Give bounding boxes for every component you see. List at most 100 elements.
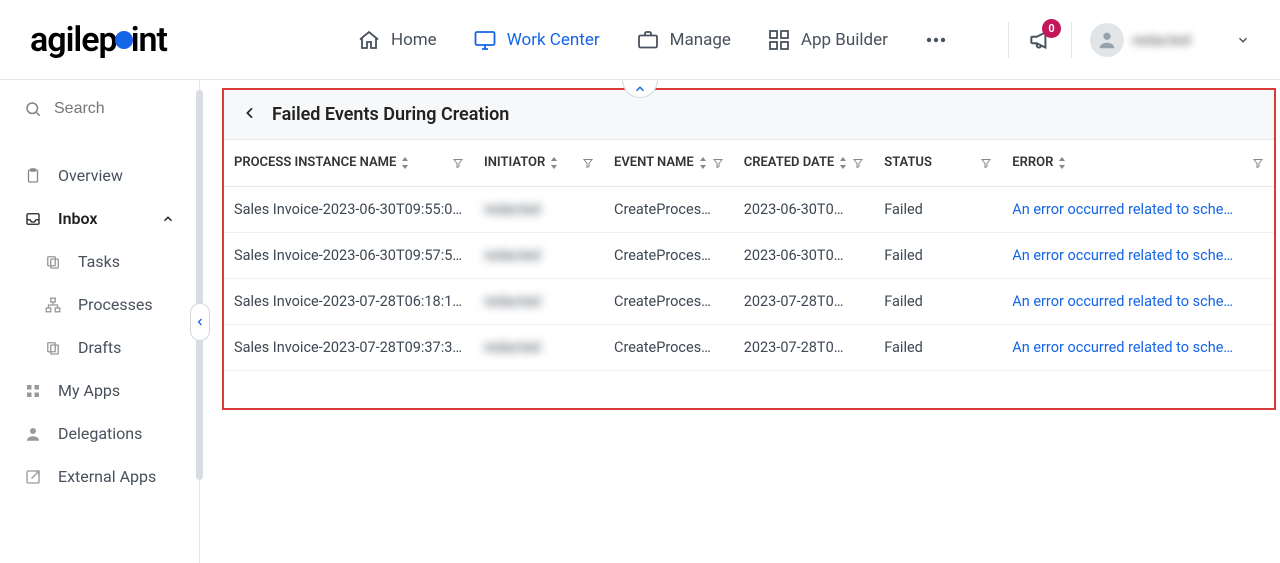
sidebar-item-label: Delegations — [58, 424, 142, 443]
cell-process-instance-name: Sales Invoice-2023-06-30T09:57:5… — [224, 233, 474, 279]
user-name: redacted — [1132, 31, 1222, 49]
main-content: Failed Events During Creation PROCESS IN… — [200, 80, 1280, 563]
cell-initiator: redacted — [474, 279, 604, 325]
cell-process-instance-name: Sales Invoice-2023-06-30T09:55:0… — [224, 187, 474, 233]
divider — [1071, 22, 1072, 58]
sidebar-item-label: My Apps — [58, 381, 120, 400]
sort-icon[interactable] — [1057, 157, 1067, 169]
error-link[interactable]: An error occurred related to sche… — [1012, 247, 1233, 264]
table-row[interactable]: Sales Invoice-2023-06-30T09:55:0… redact… — [224, 187, 1274, 233]
inbox-icon — [24, 210, 42, 228]
copy-icon — [44, 253, 62, 271]
sidebar-item-inbox[interactable]: Inbox — [0, 197, 199, 240]
col-header-event-name[interactable]: EVENT NAME — [604, 139, 734, 187]
notifications-button[interactable]: 0 — [1027, 27, 1053, 53]
sort-icon[interactable] — [549, 157, 559, 169]
nav-manage[interactable]: Manage — [636, 28, 731, 52]
error-link[interactable]: An error occurred related to sche… — [1012, 339, 1233, 356]
sidebar-item-my-apps[interactable]: My Apps — [0, 369, 199, 412]
col-header-error[interactable]: ERROR — [1002, 139, 1274, 187]
sidebar-item-external-apps[interactable]: External Apps — [0, 455, 199, 498]
cell-error: An error occurred related to sche… — [1002, 187, 1274, 233]
cell-status: Failed — [874, 187, 1002, 233]
nav-app-builder[interactable]: App Builder — [767, 28, 888, 52]
top-bar: agilepint Home Work Center Manage App Bu… — [0, 0, 1280, 80]
table-body: Sales Invoice-2023-06-30T09:55:0… redact… — [224, 187, 1274, 371]
copy-icon — [44, 339, 62, 357]
sidebar-item-tasks[interactable]: Tasks — [44, 240, 199, 283]
search-input[interactable] — [54, 100, 174, 118]
more-icon — [924, 28, 948, 52]
chevron-left-icon — [242, 105, 258, 121]
cell-status: Failed — [874, 325, 1002, 371]
error-link[interactable]: An error occurred related to sche… — [1012, 293, 1233, 310]
nav-label: Manage — [670, 30, 731, 50]
chevron-up-icon — [161, 212, 175, 226]
filter-icon[interactable] — [852, 157, 864, 169]
error-link[interactable]: An error occurred related to sche… — [1012, 201, 1233, 218]
cell-error: An error occurred related to sche… — [1002, 325, 1274, 371]
sort-icon[interactable] — [400, 157, 410, 169]
search-icon — [24, 100, 42, 118]
sidebar-inbox-children: Tasks Processes Drafts — [0, 240, 199, 369]
filter-icon[interactable] — [452, 157, 464, 169]
back-button[interactable] — [242, 105, 258, 125]
sidebar-item-drafts[interactable]: Drafts — [44, 326, 199, 369]
col-label: ERROR — [1012, 155, 1053, 170]
cell-event-name: CreateProces… — [604, 187, 734, 233]
col-header-status[interactable]: STATUS — [874, 139, 1002, 187]
col-label: INITIATOR — [484, 155, 545, 170]
notifications-badge: 0 — [1042, 19, 1061, 38]
sidebar-item-processes[interactable]: Processes — [44, 283, 199, 326]
divider — [1008, 22, 1009, 58]
external-link-icon — [24, 468, 42, 486]
sort-icon[interactable] — [838, 157, 848, 169]
col-header-process-instance-name[interactable]: PROCESS INSTANCE NAME — [224, 139, 474, 187]
user-menu[interactable]: redacted — [1090, 23, 1250, 57]
sidebar-item-label: Inbox — [58, 209, 98, 228]
col-label: PROCESS INSTANCE NAME — [234, 155, 396, 170]
col-label: CREATED DATE — [744, 155, 835, 170]
chevron-left-icon — [194, 316, 206, 328]
search-bar — [0, 100, 199, 136]
nav-label: Home — [391, 30, 437, 50]
sidebar-item-label: Tasks — [78, 252, 120, 271]
collapse-sidebar-handle[interactable] — [190, 303, 210, 341]
col-header-initiator[interactable]: INITIATOR — [474, 139, 604, 187]
cell-process-instance-name: Sales Invoice-2023-07-28T06:18:1… — [224, 279, 474, 325]
sidebar-item-delegations[interactable]: Delegations — [0, 412, 199, 455]
filter-icon[interactable] — [1252, 157, 1264, 169]
failed-events-card: Failed Events During Creation PROCESS IN… — [222, 88, 1276, 410]
cell-initiator: redacted — [474, 187, 604, 233]
table-row[interactable]: Sales Invoice-2023-07-28T09:37:3… redact… — [224, 325, 1274, 371]
avatar — [1090, 23, 1124, 57]
user-icon — [24, 425, 42, 443]
cell-error: An error occurred related to sche… — [1002, 279, 1274, 325]
sidebar-item-label: Processes — [78, 295, 153, 314]
cell-status: Failed — [874, 279, 1002, 325]
col-label: STATUS — [884, 155, 932, 170]
col-header-created-date[interactable]: CREATED DATE — [734, 139, 875, 187]
sidebar-item-label: Overview — [58, 166, 123, 185]
col-label: EVENT NAME — [614, 155, 694, 170]
nav-home[interactable]: Home — [357, 28, 437, 52]
apps-icon — [24, 382, 42, 400]
cell-process-instance-name: Sales Invoice-2023-07-28T09:37:3… — [224, 325, 474, 371]
nav-label: App Builder — [801, 30, 888, 50]
table-row[interactable]: Sales Invoice-2023-07-28T06:18:1… redact… — [224, 279, 1274, 325]
filter-icon[interactable] — [980, 157, 992, 169]
logo: agilepint — [30, 20, 167, 60]
clipboard-icon — [24, 167, 42, 185]
filter-icon[interactable] — [712, 157, 724, 169]
sort-icon[interactable] — [698, 157, 708, 169]
cell-initiator: redacted — [474, 325, 604, 371]
card-header: Failed Events During Creation — [224, 90, 1274, 139]
cell-created-date: 2023-07-28T0… — [734, 325, 875, 371]
nav-more[interactable] — [924, 28, 948, 52]
table-row[interactable]: Sales Invoice-2023-06-30T09:57:5… redact… — [224, 233, 1274, 279]
failed-events-table: PROCESS INSTANCE NAME INITIATOR — [224, 139, 1274, 371]
nav-work-center[interactable]: Work Center — [473, 28, 600, 52]
filter-icon[interactable] — [582, 157, 594, 169]
cell-created-date: 2023-06-30T0… — [734, 233, 875, 279]
sidebar-item-overview[interactable]: Overview — [0, 154, 199, 197]
